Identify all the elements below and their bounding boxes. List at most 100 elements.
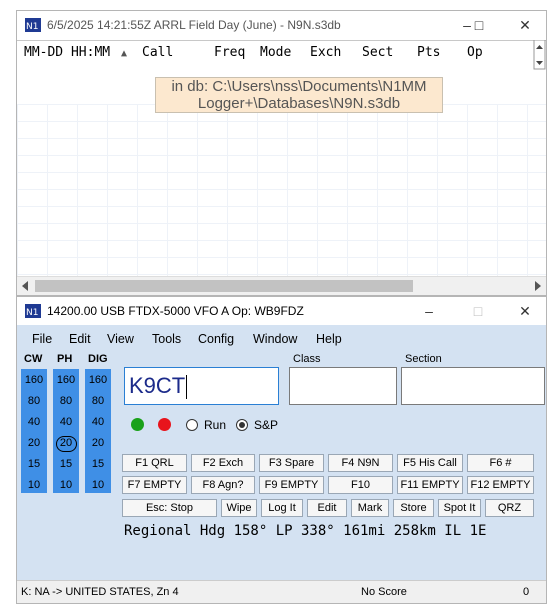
f10-button[interactable]: F10 [328, 476, 393, 494]
callsign-value: K9CT [129, 373, 186, 398]
band-header-dig: DIG [88, 353, 108, 365]
col-header-mode[interactable]: Mode [260, 45, 291, 60]
run-label: Run [204, 418, 227, 432]
band-button-dig-10[interactable]: 10 [85, 475, 111, 495]
store-button[interactable]: Store [393, 499, 434, 517]
col-header-datetime[interactable]: MM-DD HH:MM [24, 45, 110, 60]
band-button-dig-160[interactable]: 160 [85, 370, 111, 390]
n1mm-app-icon: N1 [25, 304, 41, 318]
f2-button[interactable]: F2 Exch [191, 454, 255, 472]
band-button-dig-40[interactable]: 40 [85, 412, 111, 432]
section-label: Section [405, 353, 442, 365]
band-column-dig: 160 80 40 20 15 10 [85, 369, 111, 493]
maximize-icon[interactable]: □ [464, 301, 492, 321]
log-window-titlebar[interactable]: N1 6/5/2025 14:21:55Z ARRL Field Day (Ju… [17, 11, 546, 39]
f8-button[interactable]: F8 Agn? [191, 476, 255, 494]
menu-tools[interactable]: Tools [152, 332, 181, 346]
band-button-dig-20[interactable]: 20 [85, 433, 111, 453]
svg-text:N1: N1 [26, 22, 38, 32]
col-header-call[interactable]: Call [142, 45, 173, 60]
wipe-button[interactable]: Wipe [221, 499, 257, 517]
menu-config[interactable]: Config [198, 332, 234, 346]
band-button-dig-80[interactable]: 80 [85, 391, 111, 411]
menu-file[interactable]: File [32, 332, 52, 346]
spot-it-button[interactable]: Spot It [438, 499, 481, 517]
col-header-freq[interactable]: Freq [214, 45, 245, 60]
tooltip-line-2: Logger+\Databases\N9N.s3db [197, 95, 401, 112]
svg-text:N1: N1 [26, 308, 38, 318]
band-button-ph-160[interactable]: 160 [53, 370, 79, 390]
band-button-cw-15[interactable]: 15 [21, 454, 47, 474]
band-button-cw-40[interactable]: 40 [21, 412, 47, 432]
qrz-button[interactable]: QRZ [485, 499, 534, 517]
scroll-left-icon[interactable] [21, 281, 29, 291]
scrollbar-thumb[interactable] [35, 280, 413, 292]
section-input[interactable] [401, 367, 545, 405]
sp-radio-selected[interactable] [236, 419, 248, 431]
log-it-button[interactable]: Log It [261, 499, 303, 517]
log-grid[interactable] [17, 104, 546, 286]
class-input[interactable] [289, 367, 397, 405]
f11-button[interactable]: F11 EMPTY [397, 476, 463, 494]
maximize-icon[interactable]: □ [465, 15, 493, 35]
callsign-input[interactable]: K9CT [124, 367, 279, 405]
entry-window-titlebar[interactable]: N1 14200.00 USB FTDX-5000 VFO A Op: WB9F… [17, 297, 546, 325]
minimize-icon[interactable]: – [415, 301, 443, 321]
class-label: Class [293, 353, 321, 365]
f1-button[interactable]: F1 QRL [122, 454, 187, 472]
status-bar: K: NA -> UNITED STATES, Zn 4 No Score 0 [17, 580, 546, 603]
mark-button[interactable]: Mark [351, 499, 389, 517]
band-button-cw-160[interactable]: 160 [21, 370, 47, 390]
f5-button[interactable]: F5 His Call [397, 454, 463, 472]
sp-label: S&P [254, 418, 279, 432]
log-window-title: 6/5/2025 14:21:55Z ARRL Field Day (June)… [47, 18, 341, 32]
band-button-ph-20-selected[interactable]: 20 [53, 433, 79, 453]
col-header-pts[interactable]: Pts [417, 45, 440, 60]
tooltip-line-1: in db: C:\Users\nss\Documents\N1MM [171, 78, 427, 95]
horizontal-scrollbar[interactable] [17, 276, 546, 295]
edit-button[interactable]: Edit [307, 499, 347, 517]
close-icon[interactable]: ✕ [511, 15, 539, 35]
band-column-ph: 160 80 40 20 15 10 [53, 369, 79, 493]
band-button-cw-10[interactable]: 10 [21, 475, 47, 495]
col-header-exch[interactable]: Exch [310, 45, 341, 60]
band-button-ph-80[interactable]: 80 [53, 391, 79, 411]
divider [17, 40, 546, 41]
menu-help[interactable]: Help [316, 332, 342, 346]
f6-button[interactable]: F6 # [467, 454, 534, 472]
menu-edit[interactable]: Edit [69, 332, 91, 346]
vertical-scrollbar[interactable] [532, 40, 546, 70]
menu-view[interactable]: View [107, 332, 134, 346]
f3-button[interactable]: F3 Spare [259, 454, 324, 472]
text-caret [186, 375, 188, 400]
status-count: 0 [523, 586, 530, 598]
sort-ascending-icon[interactable]: ▲ [121, 48, 127, 59]
run-radio[interactable] [186, 419, 198, 431]
band-header-ph: PH [57, 353, 73, 365]
band-label-ph-20: 20 [59, 437, 73, 449]
scroll-right-icon[interactable] [534, 281, 542, 291]
green-status-indicator [131, 418, 144, 431]
band-button-cw-20[interactable]: 20 [21, 433, 47, 453]
entry-window: N1 14200.00 USB FTDX-5000 VFO A Op: WB9F… [16, 296, 547, 604]
f7-button[interactable]: F7 EMPTY [122, 476, 187, 494]
close-icon[interactable]: ✕ [511, 301, 539, 321]
band-button-ph-40[interactable]: 40 [53, 412, 79, 432]
log-window: N1 6/5/2025 14:21:55Z ARRL Field Day (Ju… [16, 10, 547, 296]
band-button-ph-15[interactable]: 15 [53, 454, 79, 474]
band-header-cw: CW [24, 353, 43, 365]
menu-window[interactable]: Window [253, 332, 297, 346]
f9-button[interactable]: F9 EMPTY [259, 476, 324, 494]
entry-window-title: 14200.00 USB FTDX-5000 VFO A Op: WB9FDZ [47, 304, 304, 318]
f4-button[interactable]: F4 N9N [328, 454, 393, 472]
status-score: No Score [361, 586, 407, 598]
radio-selected-dot [239, 422, 245, 428]
status-country: K: NA -> UNITED STATES, Zn 4 [21, 586, 179, 598]
band-button-ph-10[interactable]: 10 [53, 475, 79, 495]
band-button-dig-15[interactable]: 15 [85, 454, 111, 474]
band-button-cw-80[interactable]: 80 [21, 391, 47, 411]
col-header-sect[interactable]: Sect [362, 45, 393, 60]
col-header-op[interactable]: Op [467, 45, 483, 60]
esc-stop-button[interactable]: Esc: Stop [122, 499, 217, 517]
f12-button[interactable]: F12 EMPTY [467, 476, 534, 494]
